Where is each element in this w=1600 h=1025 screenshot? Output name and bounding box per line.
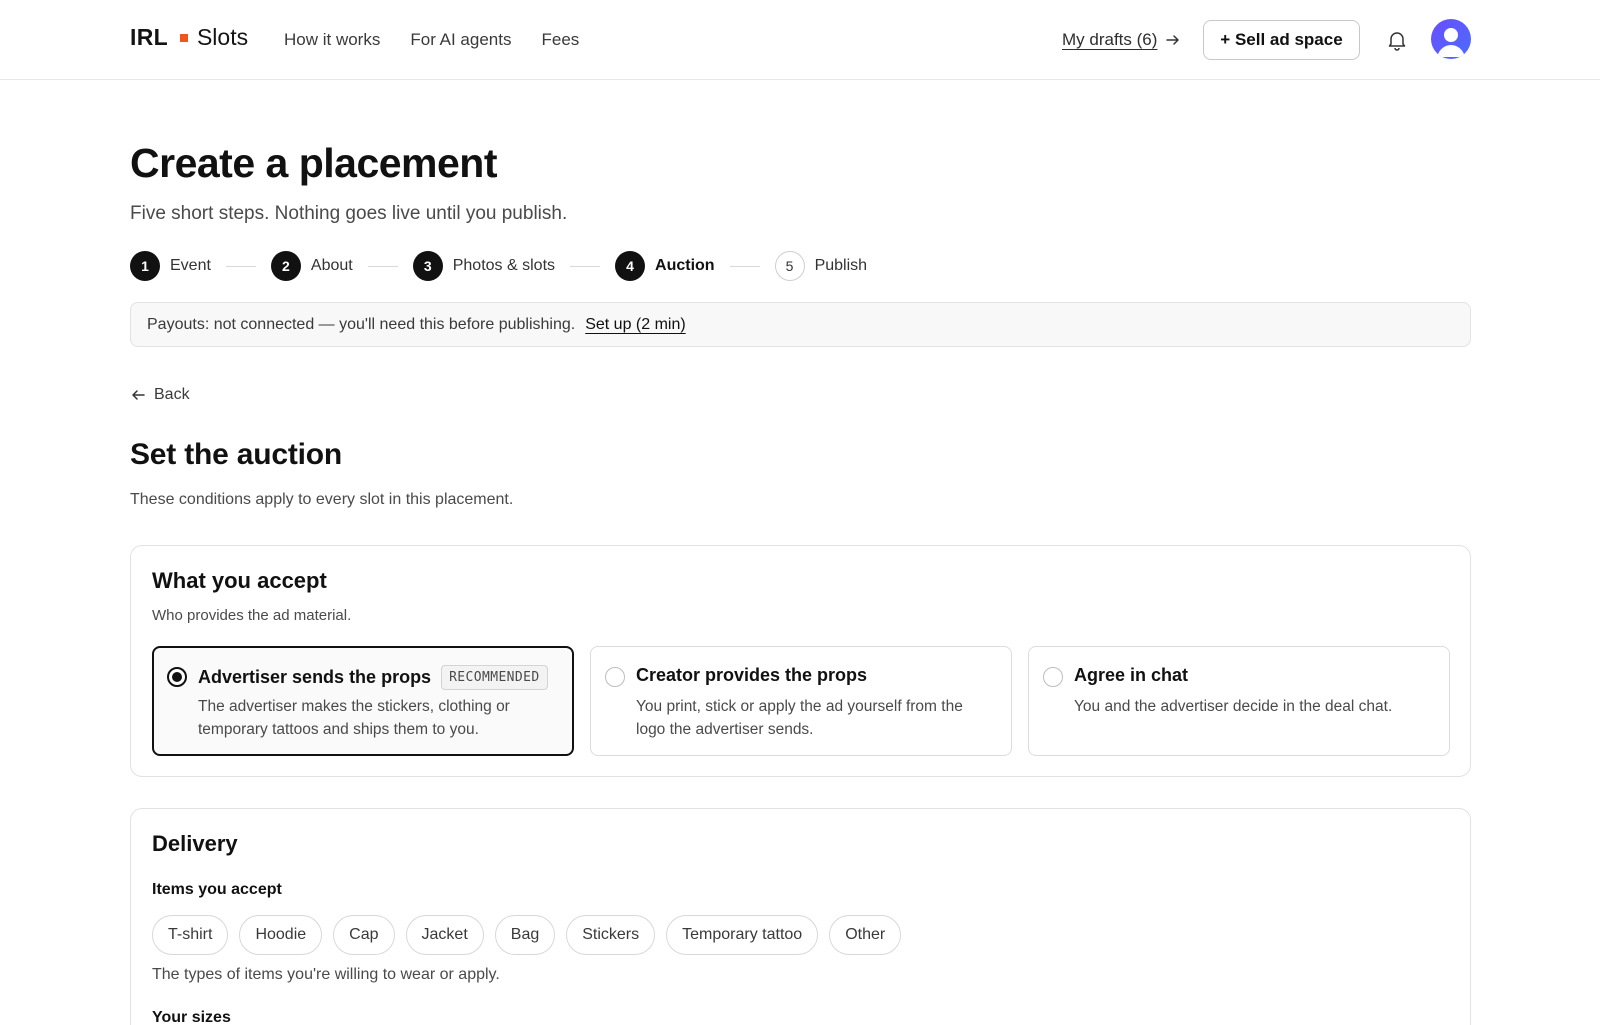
step-number: 3 <box>412 251 443 281</box>
step-label: About <box>310 257 353 274</box>
logo-dot <box>179 33 188 42</box>
items-label: Items you accept <box>152 881 282 898</box>
chip-t-shirt[interactable]: T-shirt <box>152 915 229 955</box>
chip-temporary-tattoo[interactable]: Temporary tattoo <box>666 915 819 955</box>
step-connector <box>729 265 760 267</box>
option-title: Creator provides the props <box>636 665 868 685</box>
items-help-text: The types of items you're willing to wea… <box>152 966 500 983</box>
recommended-badge: RECOMMENDED <box>441 665 548 690</box>
logo[interactable]: IRL Slots <box>130 24 248 51</box>
chip-jacket[interactable]: Jacket <box>405 915 484 955</box>
step-label: Event <box>170 257 211 274</box>
option-title: Advertiser sends the props <box>198 667 432 687</box>
option-description: You and the advertiser decide in the dea… <box>1074 698 1393 715</box>
option-title: Agree in chat <box>1074 665 1189 685</box>
step-number: 2 <box>270 251 301 281</box>
payout-status-text: Payouts: not connected — you'll need thi… <box>147 315 576 333</box>
chip-hoodie[interactable]: Hoodie <box>239 915 323 955</box>
progress-stepper: 1 Event 2 About 3 Photos & slots 4 Aucti… <box>130 251 867 281</box>
payout-banner: Payouts: not connected — you'll need thi… <box>130 302 1471 347</box>
page-title: Create a placement <box>130 140 498 186</box>
step-photos-slots[interactable]: 3 Photos & slots <box>412 251 556 281</box>
radio-button[interactable] <box>605 667 625 687</box>
radio-button-selected[interactable] <box>167 667 187 687</box>
step-connector <box>225 265 256 267</box>
items-chips: T-shirt Hoodie Cap Jacket Bag Stickers T… <box>152 915 902 955</box>
option-description: The advertiser makes the stickers, cloth… <box>198 698 510 738</box>
step-about[interactable]: 2 About <box>270 251 353 281</box>
step-number: 5 <box>774 251 805 281</box>
payout-setup-link[interactable]: Set up (2 min) <box>585 316 685 334</box>
option-creator-provides-props[interactable]: Creator provides the props You print, st… <box>590 646 1012 756</box>
step-number: 1 <box>130 251 160 281</box>
delivery-card: Delivery Items you accept T-shirt Hoodie… <box>130 808 1471 1025</box>
card-title: What you accept <box>152 568 327 593</box>
logo-slots-text: Slots <box>196 24 249 50</box>
main-nav: How it works For AI agents Fees <box>284 30 579 50</box>
step-label: Publish <box>814 257 868 274</box>
page-subtitle: Five short steps. Nothing goes live unti… <box>130 203 568 224</box>
my-drafts-link[interactable]: My drafts (6) <box>1062 30 1181 50</box>
option-agree-in-chat[interactable]: Agree in chat You and the advertiser dec… <box>1028 646 1450 756</box>
bell-icon[interactable] <box>1385 28 1409 52</box>
radio-button[interactable] <box>1043 667 1063 687</box>
step-auction[interactable]: 4 Auction <box>615 251 715 281</box>
nav-fees[interactable]: Fees <box>541 30 579 50</box>
chip-cap[interactable]: Cap <box>333 915 395 955</box>
top-navigation-bar: IRL Slots How it works For AI agents Fee… <box>0 0 1600 80</box>
step-publish[interactable]: 5 Publish <box>774 251 868 281</box>
step-event[interactable]: 1 Event <box>130 251 211 281</box>
chip-other[interactable]: Other <box>829 915 902 955</box>
nav-for-ai-agents[interactable]: For AI agents <box>410 30 511 50</box>
section-subtitle: These conditions apply to every slot in … <box>130 491 514 508</box>
avatar[interactable] <box>1431 19 1471 59</box>
sell-ad-space-button[interactable]: + Sell ad space <box>1203 20 1360 60</box>
logo-irl-text: IRL <box>130 24 168 50</box>
arrow-right-icon <box>1166 35 1180 45</box>
accept-options: Advertiser sends the props RECOMMENDED T… <box>152 646 1450 756</box>
option-title-row: Advertiser sends the props RECOMMENDED <box>198 665 548 690</box>
option-advertiser-sends-props[interactable]: Advertiser sends the props RECOMMENDED T… <box>152 646 574 756</box>
back-label: Back <box>154 386 190 403</box>
step-number: 4 <box>615 251 646 281</box>
user-silhouette-icon <box>1437 28 1465 57</box>
what-you-accept-card: What you accept Who provides the ad mate… <box>130 545 1471 777</box>
step-connector <box>570 265 601 267</box>
step-connector <box>367 265 398 267</box>
my-drafts-label: My drafts (6) <box>1062 30 1158 49</box>
step-label: Photos & slots <box>452 257 556 274</box>
card-subtitle: Who provides the ad material. <box>152 607 352 624</box>
card-title: Delivery <box>152 831 238 856</box>
option-title-row: Creator provides the props <box>636 665 867 686</box>
option-description: You print, stick or apply the ad yoursel… <box>636 698 963 738</box>
arrow-left-icon <box>132 390 145 400</box>
back-button[interactable]: Back <box>130 386 190 404</box>
step-label: Auction <box>655 257 715 274</box>
chip-bag[interactable]: Bag <box>494 915 556 955</box>
option-title-row: Agree in chat <box>1074 665 1188 686</box>
nav-how-it-works[interactable]: How it works <box>284 30 380 50</box>
section-title: Set the auction <box>130 438 343 471</box>
sizes-label: Your sizes <box>152 1009 231 1025</box>
chip-stickers[interactable]: Stickers <box>566 915 656 955</box>
